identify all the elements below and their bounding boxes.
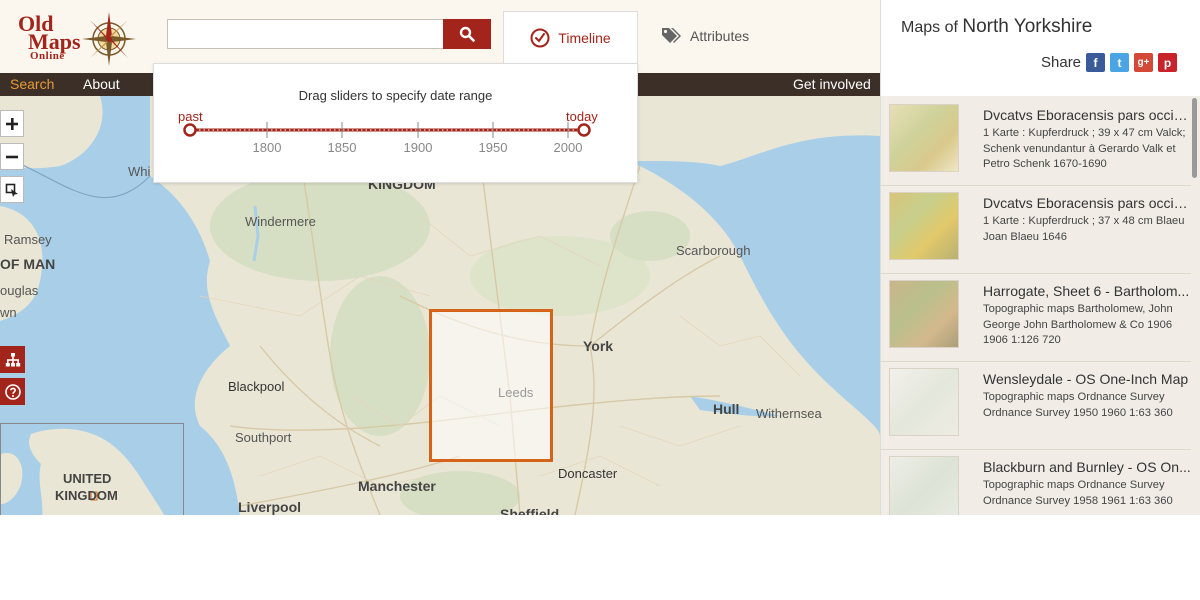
timeline-tick-1900: 1900 bbox=[403, 140, 433, 155]
map-label-blackpool: Blackpool bbox=[228, 379, 285, 394]
plus-icon bbox=[6, 117, 18, 130]
sidebar-header: Maps of North Yorkshire Share f t g+ p bbox=[881, 0, 1200, 96]
map-label-leeds: Leeds bbox=[498, 385, 534, 400]
map-label-york: York bbox=[583, 338, 614, 354]
sitemap-icon bbox=[5, 352, 20, 366]
tag-icon bbox=[662, 28, 681, 43]
map-label-windermere: Windermere bbox=[245, 214, 316, 229]
hierarchy-button[interactable] bbox=[0, 346, 25, 373]
clock-icon bbox=[530, 28, 550, 48]
result-item[interactable]: Blackburn and Burnley - OS On... Topogra… bbox=[881, 450, 1191, 515]
map-label-hull: Hull bbox=[713, 401, 740, 417]
nav-about[interactable]: About bbox=[83, 73, 120, 96]
result-description: 1 Karte : Kupferdruck ; 39 x 47 cm Valck… bbox=[983, 127, 1186, 171]
zoom-out-button[interactable] bbox=[0, 143, 24, 170]
timeline-tick-1850: 1850 bbox=[327, 140, 357, 155]
tab-timeline[interactable]: Timeline bbox=[503, 11, 638, 64]
result-title[interactable]: Dvcatvs Eboracensis pars occid... bbox=[983, 107, 1191, 123]
tab-attributes[interactable]: Attributes bbox=[660, 24, 749, 48]
selection-rectangle[interactable] bbox=[429, 309, 553, 462]
minus-icon bbox=[6, 155, 18, 158]
result-title[interactable]: Wensleydale - OS One-Inch Map bbox=[983, 371, 1191, 387]
tab-attributes-label: Attributes bbox=[690, 28, 750, 44]
result-description: Topographic maps Ordnance Survey Ordnanc… bbox=[983, 479, 1173, 507]
map-label-of-man: OF MAN bbox=[0, 256, 56, 272]
sidebar-title-place: North Yorkshire bbox=[962, 16, 1093, 37]
sidebar-title: Maps of North Yorkshire bbox=[901, 16, 1092, 38]
map-thumbnail[interactable] bbox=[889, 456, 959, 515]
map-label-southport: Southport bbox=[235, 430, 292, 445]
search-input[interactable] bbox=[167, 19, 444, 49]
result-description: Topographic maps Bartholomew, John Georg… bbox=[983, 303, 1173, 347]
map-label-doncaster: Doncaster bbox=[558, 466, 618, 481]
timeline-end-handle[interactable] bbox=[577, 123, 591, 137]
result-item[interactable]: Dvcatvs Eboracensis pars occid... 1 Kart… bbox=[881, 186, 1191, 274]
result-item[interactable]: Harrogate, Sheet 6 - Bartholom... Topogr… bbox=[881, 274, 1191, 362]
result-title[interactable]: Dvcatvs Eboracensis pars occid... bbox=[983, 195, 1191, 211]
sidebar-title-prefix: Maps of bbox=[901, 19, 958, 36]
nav-search[interactable]: Search bbox=[10, 73, 54, 96]
compass-rose-icon bbox=[82, 12, 136, 66]
search-button[interactable] bbox=[443, 19, 491, 49]
map-label-sheffield: Sheffield bbox=[500, 506, 560, 515]
results-list: Dvcatvs Eboracensis pars occid... 1 Kart… bbox=[881, 96, 1200, 515]
result-item[interactable]: Wensleydale - OS One-Inch Map Topographi… bbox=[881, 362, 1191, 450]
site-logo[interactable]: Old Maps Online bbox=[14, 10, 154, 70]
share-label: Share bbox=[1041, 54, 1082, 71]
select-area-icon bbox=[5, 183, 18, 197]
result-description: 1 Karte : Kupferdruck ; 37 x 48 cm Blaeu… bbox=[983, 215, 1185, 243]
logo-text-online: Online bbox=[30, 50, 65, 62]
result-description: Topographic maps Ordnance Survey Ordnanc… bbox=[983, 391, 1173, 419]
map-thumbnail[interactable] bbox=[889, 192, 959, 260]
map-thumbnail[interactable] bbox=[889, 280, 959, 348]
timeline-tick-1950: 1950 bbox=[478, 140, 508, 155]
map-label-ouglas: ouglas bbox=[0, 283, 39, 298]
map-label-ramsey: Ramsey bbox=[4, 232, 52, 247]
map-thumbnail[interactable] bbox=[889, 104, 959, 172]
nav-get-involved[interactable]: Get involved bbox=[793, 73, 871, 96]
inset-label-kingdom: KINGDOM bbox=[55, 488, 118, 503]
map-thumbnail[interactable] bbox=[889, 368, 959, 436]
overview-inset-map[interactable]: UNITED KINGDOM bbox=[0, 423, 184, 515]
timeline-start-handle[interactable] bbox=[183, 123, 197, 137]
map-label-scarborough: Scarborough bbox=[676, 243, 751, 258]
pinterest-icon[interactable]: p bbox=[1158, 53, 1178, 72]
facebook-icon[interactable]: f bbox=[1086, 53, 1106, 72]
search-icon bbox=[459, 26, 475, 42]
help-icon bbox=[4, 383, 21, 400]
twitter-icon[interactable]: t bbox=[1110, 53, 1130, 72]
results-sidebar: Maps of North Yorkshire Share f t g+ p D… bbox=[880, 0, 1200, 515]
inset-label-united: UNITED bbox=[63, 471, 112, 486]
map-label-withernsea: Withernsea bbox=[756, 406, 822, 421]
tab-timeline-label: Timeline bbox=[558, 30, 611, 46]
map-label-wn: wn bbox=[0, 305, 17, 320]
select-area-button[interactable] bbox=[0, 176, 24, 203]
map-label-liverpool: Liverpool bbox=[238, 499, 302, 515]
app-window: Old Maps Online Timeline Attributes Sear… bbox=[0, 0, 1200, 515]
map-label-whi: Whi bbox=[128, 164, 151, 179]
result-title[interactable]: Blackburn and Burnley - OS On... bbox=[983, 459, 1191, 475]
timeline-tick-1800: 1800 bbox=[252, 140, 282, 155]
googleplus-icon[interactable]: g+ bbox=[1134, 53, 1154, 72]
map-label-manchester: Manchester bbox=[358, 478, 436, 494]
help-button[interactable] bbox=[0, 378, 25, 405]
results-scrollbar[interactable] bbox=[1192, 98, 1197, 178]
timeline-slider[interactable] bbox=[154, 64, 639, 184]
timeline-panel: Drag sliders to specify date range past … bbox=[153, 63, 638, 183]
result-title[interactable]: Harrogate, Sheet 6 - Bartholom... bbox=[983, 283, 1191, 299]
share-bar: Share f t g+ p bbox=[1041, 53, 1178, 72]
timeline-tick-2000: 2000 bbox=[553, 140, 583, 155]
zoom-in-button[interactable] bbox=[0, 110, 24, 137]
result-item[interactable]: Dvcatvs Eboracensis pars occid... 1 Kart… bbox=[881, 98, 1191, 186]
